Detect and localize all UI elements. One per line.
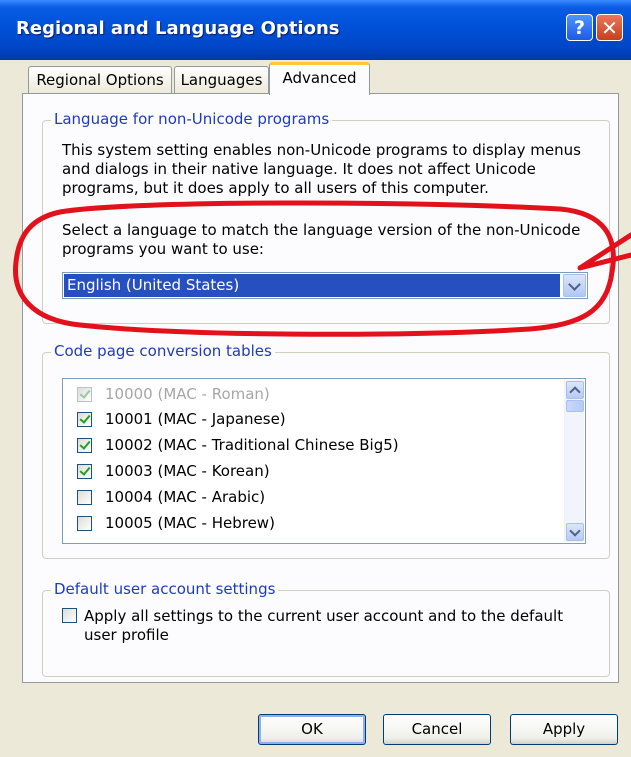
checkmark-icon xyxy=(79,387,91,399)
scroll-thumb[interactable] xyxy=(566,400,584,412)
scroll-up-button[interactable] xyxy=(566,381,584,399)
checkbox-label-line: user profile xyxy=(84,626,169,644)
close-button[interactable]: ✕ xyxy=(596,14,623,41)
checkmark-icon xyxy=(79,412,91,424)
apply-all-settings-label[interactable]: Apply all settings to the current user a… xyxy=(84,607,563,645)
non-unicode-description: This system setting enables non-Unicode … xyxy=(62,141,581,198)
apply-button[interactable]: Apply xyxy=(510,714,618,745)
vertical-scrollbar[interactable] xyxy=(564,380,584,542)
list-item-label: 10003 (MAC - Korean) xyxy=(105,462,270,480)
chevron-down-icon xyxy=(568,278,581,291)
description-line: programs, but it does apply to all users… xyxy=(62,179,489,197)
apply-all-settings-checkbox[interactable] xyxy=(62,608,77,623)
checkbox[interactable] xyxy=(77,438,92,453)
prompt-line: programs you want to use: xyxy=(62,240,264,258)
language-select-prompt: Select a language to match the language … xyxy=(62,221,580,259)
non-unicode-legend: Language for non-Unicode programs xyxy=(51,110,333,128)
tab-regional-options[interactable]: Regional Options xyxy=(28,66,172,94)
list-item-label: 10004 (MAC - Arabic) xyxy=(105,488,266,506)
list-item-label: 10001 (MAC - Japanese) xyxy=(105,410,286,428)
tab-languages[interactable]: Languages xyxy=(174,66,269,94)
scroll-down-button[interactable] xyxy=(566,523,584,541)
dropdown-button[interactable] xyxy=(563,274,586,297)
checkmark-icon xyxy=(79,464,91,476)
checkbox[interactable] xyxy=(77,490,92,505)
help-icon: ? xyxy=(573,17,586,39)
checkmark-icon xyxy=(79,438,91,450)
checkbox-label-line: Apply all settings to the current user a… xyxy=(84,607,564,625)
list-item-label: 10000 (MAC - Roman) xyxy=(105,385,270,403)
checkbox[interactable] xyxy=(77,412,92,427)
chevron-down-icon xyxy=(569,525,581,537)
window-title: Regional and Language Options xyxy=(16,18,340,39)
cancel-button[interactable]: Cancel xyxy=(383,714,491,745)
code-page-list[interactable]: 10000 (MAC - Roman) 10001 (MAC - Japanes… xyxy=(62,378,586,544)
selected-language[interactable]: English (United States) xyxy=(64,274,560,297)
dialog-window: Regional and Language Options ? ✕ Region… xyxy=(0,0,631,757)
list-item-label: 10002 (MAC - Traditional Chinese Big5) xyxy=(105,436,399,454)
checkbox[interactable] xyxy=(77,464,92,479)
help-button[interactable]: ? xyxy=(566,14,593,41)
title-bar[interactable]: Regional and Language Options ? ✕ xyxy=(0,0,631,60)
ok-button[interactable]: OK xyxy=(258,714,366,745)
chevron-up-icon xyxy=(569,386,581,398)
close-icon: ✕ xyxy=(601,16,618,40)
checkbox[interactable] xyxy=(77,387,92,402)
non-unicode-language-select[interactable]: English (United States) xyxy=(62,272,588,299)
prompt-line: Select a language to match the language … xyxy=(62,221,581,239)
default-user-legend: Default user account settings xyxy=(51,580,279,598)
description-line: and dialogs in their native language. It… xyxy=(62,160,536,178)
list-item-label: 10005 (MAC - Hebrew) xyxy=(105,514,275,532)
checkbox[interactable] xyxy=(77,516,92,531)
code-page-legend: Code page conversion tables xyxy=(51,342,275,360)
description-line: This system setting enables non-Unicode … xyxy=(62,141,581,159)
tab-advanced[interactable]: Advanced xyxy=(269,62,370,95)
